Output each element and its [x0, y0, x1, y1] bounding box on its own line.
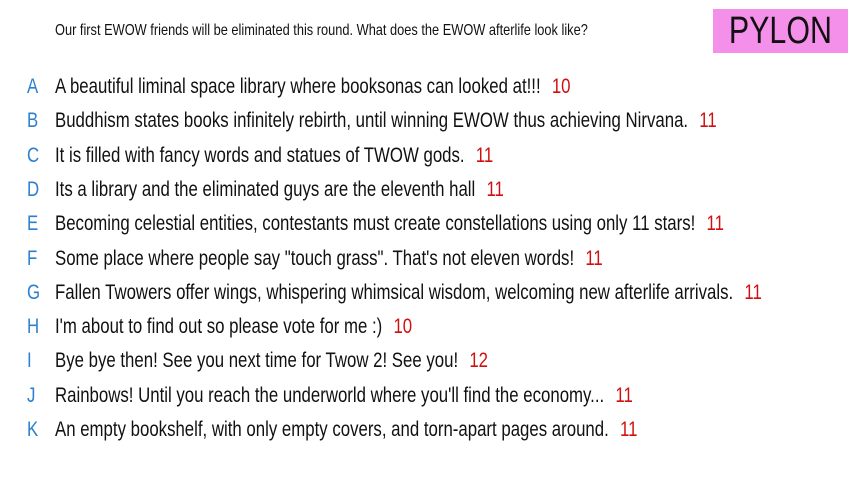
response-row: J Rainbows! Until you reach the underworl… [0, 379, 853, 413]
response-row: G Fallen Twowers offer wings, whispering … [0, 276, 853, 310]
response-text: It is filled with fancy words and statue… [55, 143, 465, 167]
word-count: 11 [585, 246, 603, 270]
response-text: Some place where people say "touch grass… [55, 246, 575, 270]
word-count: 11 [475, 143, 494, 167]
word-count: 11 [744, 280, 762, 304]
word-count: 10 [551, 75, 571, 98]
response-line: Becoming celestial entities, contestants… [55, 207, 724, 241]
word-count: 11 [615, 383, 633, 407]
word-count: 11 [619, 418, 638, 441]
response-row: H I'm about to find out so please vote fo… [0, 310, 853, 344]
response-line: Bye bye then! See you next time for Twow… [55, 344, 488, 378]
response-letter: A [27, 75, 39, 98]
response-line: Its a library and the eliminated guys ar… [55, 173, 504, 207]
response-text: A beautiful liminal space library where … [55, 75, 541, 98]
response-line: Some place where people say "touch grass… [55, 242, 603, 276]
response-row: A A beautiful liminal space library where… [0, 70, 853, 104]
response-text: Fallen Twowers offer wings, whispering w… [55, 280, 734, 304]
response-row: D Its a library and the eliminated guys a… [0, 173, 853, 207]
response-letter: G [27, 280, 41, 304]
response-text: Bye bye then! See you next time for Twow… [55, 349, 459, 373]
response-line: I'm about to find out so please vote for… [55, 310, 412, 344]
response-letter: D [27, 177, 40, 201]
response-text: Its a library and the eliminated guys ar… [55, 177, 476, 201]
word-count: 12 [469, 349, 489, 373]
response-letter: J [27, 383, 36, 407]
response-letter: C [27, 143, 40, 167]
response-text: I'm about to find out so please vote for… [55, 315, 383, 339]
response-text: An empty bookshelf, with only empty cove… [55, 418, 609, 441]
response-line: A beautiful liminal space library where … [55, 70, 571, 104]
response-row: C It is filled with fancy words and statu… [0, 139, 853, 173]
response-line: Buddhism states books infinitely rebirth… [55, 104, 717, 138]
response-row: K An empty bookshelf, with only empty cov… [0, 413, 853, 447]
response-row: B Buddhism states books infinitely rebirt… [0, 104, 853, 138]
contestant-tag: PYLON [713, 9, 848, 53]
response-letter: B [27, 109, 39, 133]
response-letter: E [27, 212, 39, 236]
prompt-text: Our first EWOW friends will be eliminate… [55, 22, 588, 39]
word-count: 10 [393, 315, 413, 339]
response-text: Becoming celestial entities, contestants… [55, 212, 696, 236]
response-line: It is filled with fancy words and statue… [55, 139, 493, 173]
response-letter: K [27, 418, 39, 441]
response-text: Rainbows! Until you reach the underworld… [55, 383, 605, 407]
response-line: Rainbows! Until you reach the underworld… [55, 379, 633, 413]
word-count: 11 [706, 212, 724, 236]
response-letter: I [27, 349, 32, 373]
response-text: Buddhism states books infinitely rebirth… [55, 109, 689, 133]
contestant-name: PYLON [728, 9, 833, 52]
response-row: F Some place where people say "touch gras… [0, 242, 853, 276]
word-count: 11 [699, 109, 717, 133]
response-line: Fallen Twowers offer wings, whispering w… [55, 276, 762, 310]
response-line: An empty bookshelf, with only empty cove… [55, 413, 637, 447]
response-row: I Bye bye then! See you next time for Two… [0, 344, 853, 378]
response-letter: H [27, 315, 40, 339]
response-letter: F [27, 246, 38, 270]
response-row: E Becoming celestial entities, contestant… [0, 207, 853, 241]
word-count: 11 [486, 177, 504, 201]
